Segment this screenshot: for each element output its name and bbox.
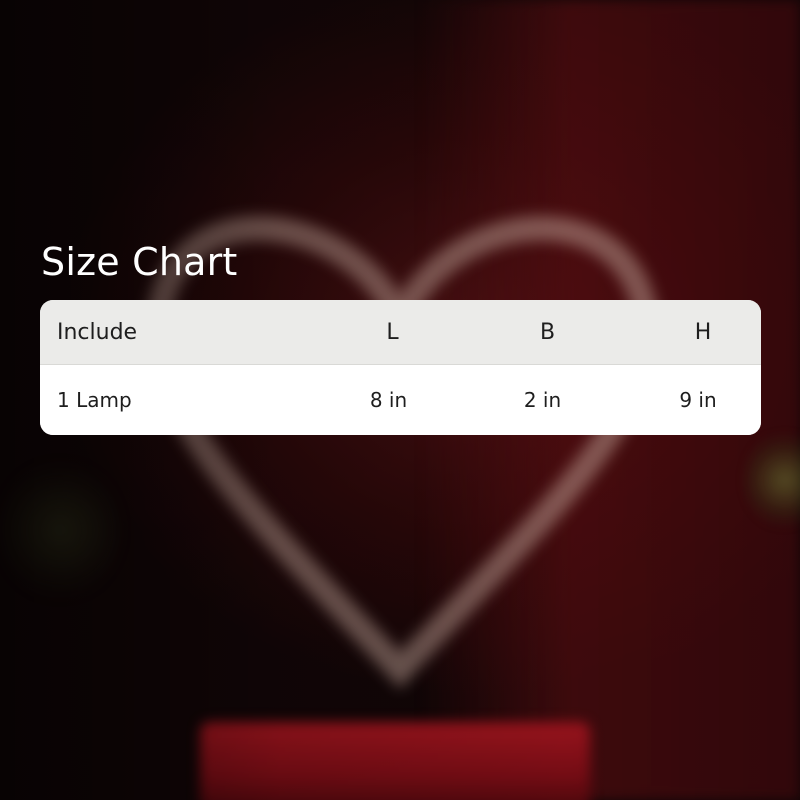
cell-length: 8 in <box>369 388 408 412</box>
header-include: Include <box>57 319 138 345</box>
table-header-row: Include L B H <box>40 300 761 365</box>
size-chart-table: Include L B H 1 Lamp 8 in 2 in 9 in <box>40 300 761 435</box>
header-length: L <box>386 319 399 345</box>
cell-breadth: 2 in <box>523 388 562 412</box>
header-height: H <box>694 319 712 345</box>
cell-height: 9 in <box>679 388 717 412</box>
header-breadth: B <box>539 319 556 345</box>
size-chart-title: Size Chart <box>41 240 238 284</box>
cell-include: 1 Lamp <box>57 388 132 412</box>
table-row: 1 Lamp 8 in 2 in 9 in <box>40 365 761 435</box>
